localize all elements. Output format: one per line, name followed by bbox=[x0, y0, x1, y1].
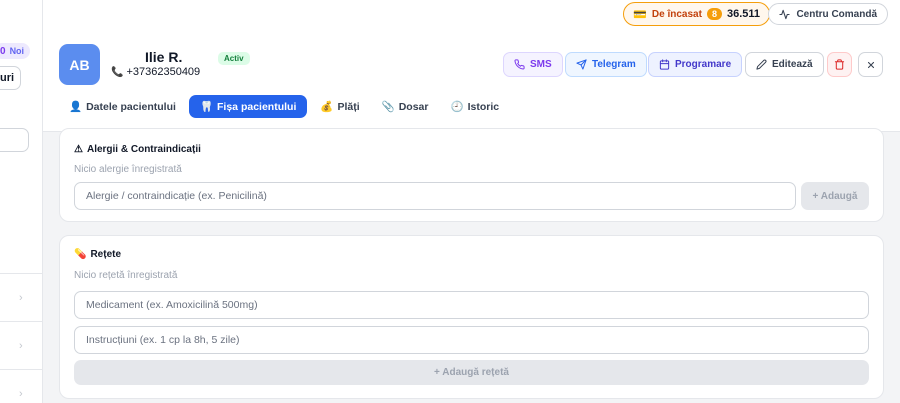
tab-history[interactable]: 🕘 Istoric bbox=[441, 95, 508, 118]
patient-phone[interactable]: 📞 +37362350409 bbox=[111, 66, 200, 78]
command-center-button[interactable]: Centru Comandă bbox=[768, 3, 888, 25]
close-icon bbox=[867, 61, 874, 68]
add-allergy-button[interactable]: + Adaugă bbox=[801, 182, 869, 210]
user-icon: 👤 bbox=[69, 101, 83, 113]
to-collect-amount: 36.511 bbox=[726, 8, 760, 20]
schedule-label: Programare bbox=[675, 59, 732, 70]
pencil-icon bbox=[756, 59, 767, 70]
edit-label: Editează bbox=[772, 59, 813, 70]
sms-button[interactable]: SMS bbox=[503, 52, 563, 77]
close-button[interactable] bbox=[858, 52, 883, 77]
prescriptions-title: 💊 Rețete bbox=[74, 249, 121, 260]
tab-label: Fișa pacientului bbox=[217, 100, 297, 113]
schedule-button[interactable]: Programare bbox=[648, 52, 743, 77]
divider bbox=[0, 321, 43, 322]
tab-label: Istoric bbox=[467, 100, 500, 113]
instructions-input[interactable]: Instrucțiuni (ex. 1 cp la 8h, 5 zile) bbox=[74, 326, 869, 354]
new-label: Noi bbox=[9, 46, 25, 56]
calendar-icon bbox=[659, 59, 670, 70]
paperclip-icon: 📎 bbox=[381, 101, 395, 113]
medication-input[interactable]: Medicament (ex. Amoxicilină 500mg) bbox=[74, 291, 869, 319]
patient-header: AB Ilie R. Activ 📞 +37362350409 SMS Tele… bbox=[43, 32, 900, 132]
left-filter-button[interactable]: uri bbox=[0, 66, 21, 90]
delete-button[interactable] bbox=[827, 52, 852, 77]
new-count-badge: 0 Noi bbox=[0, 43, 31, 59]
allergies-title-text: Alergii & Contraindicații bbox=[86, 144, 201, 155]
to-collect-count: 8 bbox=[706, 8, 722, 20]
activity-icon bbox=[779, 9, 791, 19]
to-collect-button[interactable]: 💳 De încasat 8 36.511 bbox=[623, 2, 770, 26]
patient-tabs: 👤 Datele pacientului 🦷 Fișa pacientului … bbox=[60, 95, 508, 118]
tooth-icon: 🦷 bbox=[199, 101, 214, 113]
top-bar: 💳 De încasat 8 36.511 Centru Comandă bbox=[43, 0, 900, 32]
trash-icon bbox=[834, 59, 845, 70]
tab-payments[interactable]: 💰 Plăți bbox=[311, 95, 368, 118]
tab-label: Datele pacientului bbox=[86, 100, 176, 113]
allergies-empty-text: Nicio alergie înregistrată bbox=[74, 164, 182, 175]
left-panel: 0 Noi uri › › › bbox=[0, 0, 43, 403]
divider bbox=[0, 273, 43, 274]
prescriptions-empty-text: Nicio rețetă înregistrată bbox=[74, 270, 178, 281]
status-badge: Activ bbox=[218, 52, 250, 65]
tab-label: Plăți bbox=[337, 100, 360, 113]
money-bag-icon: 💰 bbox=[320, 101, 334, 113]
telegram-button[interactable]: Telegram bbox=[565, 52, 647, 77]
allergy-input[interactable]: Alergie / contraindicație (ex. Penicilin… bbox=[74, 182, 796, 210]
warning-icon: ⚠ bbox=[74, 144, 83, 155]
pill-icon: 💊 bbox=[74, 249, 87, 260]
tab-patient-chart[interactable]: 🦷 Fișa pacientului bbox=[188, 95, 308, 118]
divider bbox=[0, 369, 43, 370]
clock-icon: 🕘 bbox=[450, 101, 464, 113]
telegram-label: Telegram bbox=[592, 59, 636, 70]
tab-file[interactable]: 📎 Dosar bbox=[373, 95, 438, 118]
tab-patient-data[interactable]: 👤 Datele pacientului bbox=[60, 95, 185, 118]
sms-label: SMS bbox=[530, 59, 552, 70]
send-icon bbox=[576, 59, 587, 70]
patient-name: Ilie R. bbox=[145, 49, 183, 65]
phone-icon: 📞 bbox=[111, 66, 124, 78]
left-search-input[interactable] bbox=[0, 128, 29, 152]
new-count: 0 bbox=[0, 45, 6, 57]
prescriptions-card: 💊 Rețete Nicio rețetă înregistrată Medic… bbox=[59, 235, 884, 399]
prescriptions-title-text: Rețete bbox=[90, 249, 122, 260]
credit-card-icon: 💳 bbox=[633, 8, 647, 21]
phone-icon bbox=[514, 59, 525, 70]
chevron-right-icon[interactable]: › bbox=[19, 340, 23, 352]
to-collect-label: De încasat bbox=[651, 8, 702, 20]
avatar: AB bbox=[59, 44, 100, 85]
command-center-label: Centru Comandă bbox=[796, 8, 877, 20]
allergies-title: ⚠ Alergii & Contraindicații bbox=[74, 144, 201, 155]
allergies-card: ⚠ Alergii & Contraindicații Nicio alergi… bbox=[59, 128, 884, 222]
add-prescription-button[interactable]: + Adaugă rețetă bbox=[74, 360, 869, 385]
patient-phone-number: +37362350409 bbox=[126, 66, 201, 78]
tab-label: Dosar bbox=[398, 100, 429, 113]
chevron-right-icon[interactable]: › bbox=[19, 292, 23, 304]
edit-button[interactable]: Editează bbox=[745, 52, 824, 77]
chevron-right-icon[interactable]: › bbox=[19, 388, 23, 400]
